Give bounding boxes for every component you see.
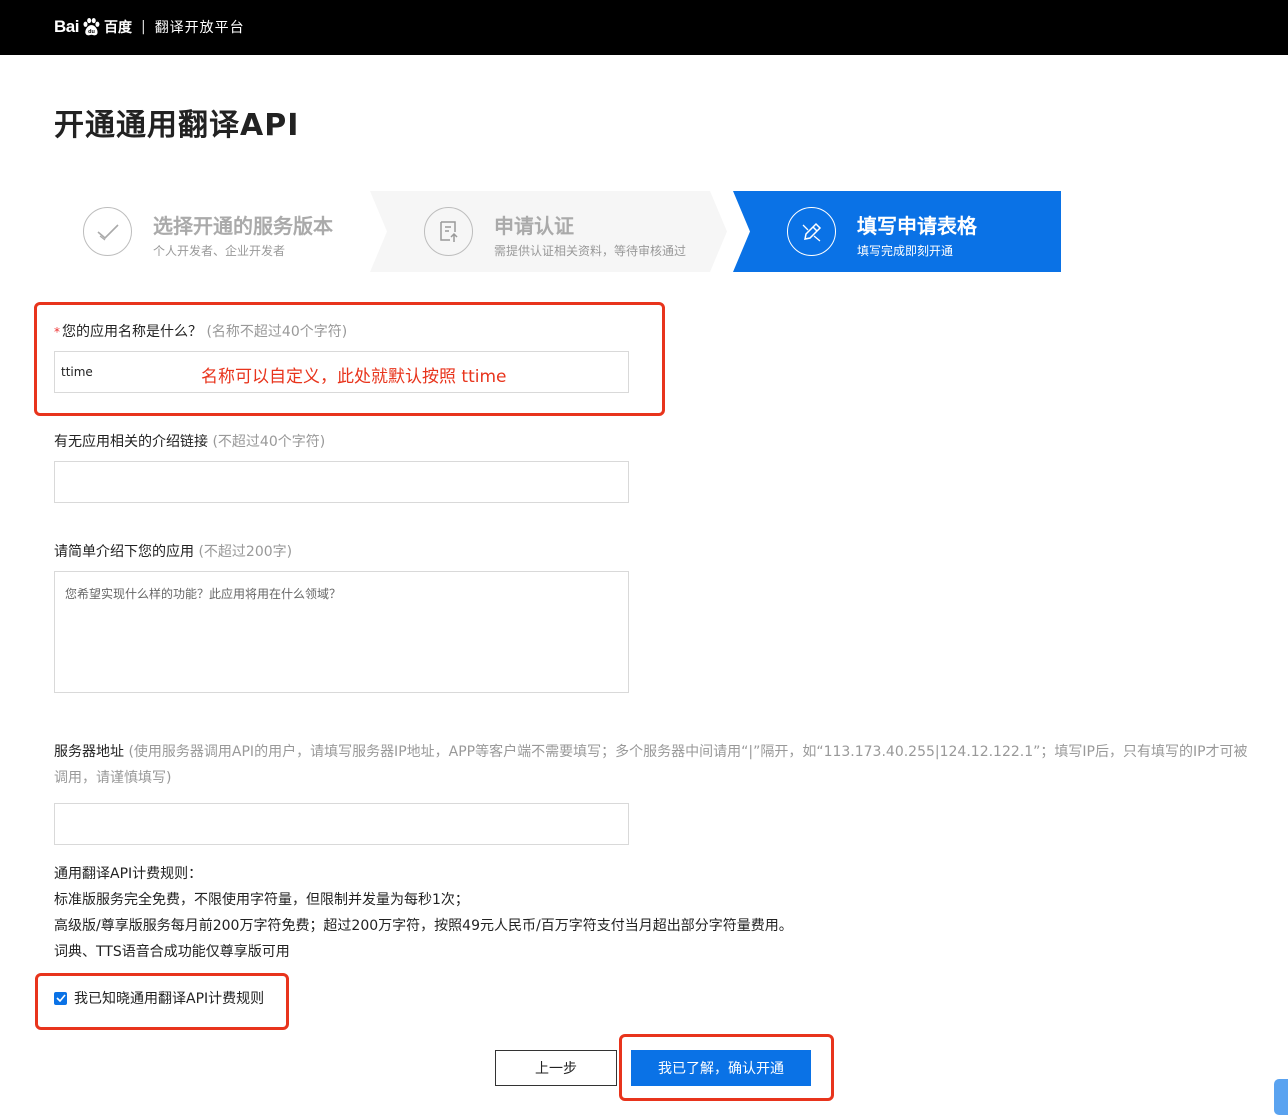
paw-icon: du	[83, 18, 100, 36]
logo-separator: |	[140, 19, 146, 35]
step-subtitle: 填写完成即刻开通	[857, 244, 954, 258]
top-header: Bai du 百度 | 翻译开放平台	[0, 0, 1288, 55]
app-intro-textarea[interactable]	[54, 571, 629, 693]
app-link-label-text: 有无应用相关的介绍链接	[54, 434, 208, 450]
server-address-label: 服务器地址 (使用服务器调用API的用户，请填写服务器IP地址，APP等客户端不…	[54, 739, 1254, 791]
step-subtitle: 个人开发者、企业开发者	[153, 244, 286, 258]
billing-rules: 通用翻译API计费规则： 标准版服务完全免费，不限使用字符量，但限制并发量为每秒…	[54, 861, 793, 965]
progress-steps: 选择开通的服务版本 个人开发者、企业开发者 申请认证 需提供认证相关资料，等待审…	[54, 191, 1061, 272]
step-subtitle: 需提供认证相关资料，等待审核通过	[494, 244, 687, 258]
app-link-input[interactable]	[54, 461, 629, 503]
server-address-label-text: 服务器地址	[54, 744, 124, 760]
step-title: 选择开通的服务版本	[153, 214, 333, 238]
billing-rule-line: 词典、TTS语音合成功能仅尊享版可用	[54, 944, 290, 960]
server-address-hint: (使用服务器调用API的用户，请填写服务器IP地址，APP等客户端不需要填写；多…	[54, 744, 1248, 786]
step-certification: 申请认证 需提供认证相关资料，等待审核通过	[370, 191, 727, 272]
check-icon	[83, 207, 132, 256]
annotation-box-confirm	[619, 1034, 834, 1101]
prev-step-button[interactable]: 上一步	[495, 1050, 617, 1086]
billing-rules-heading: 通用翻译API计费规则：	[54, 866, 203, 882]
billing-rule-line: 标准版服务完全免费，不限使用字符量，但限制并发量为每秒1次；	[54, 892, 469, 908]
app-intro-label: 请简单介绍下您的应用 (不超过200字)	[54, 541, 292, 561]
svg-text:du: du	[88, 29, 95, 35]
annotation-box-app-name	[34, 302, 665, 416]
page-title: 开通通用翻译API	[54, 108, 300, 143]
platform-name: 翻译开放平台	[154, 20, 245, 36]
step-title: 申请认证	[494, 214, 574, 238]
billing-rule-line: 高级版/尊享版服务每月前200万字符免费；超过200万字符，按照49元人民币/百…	[54, 918, 793, 934]
step-title: 填写申请表格	[857, 214, 977, 238]
server-address-input[interactable]	[54, 803, 629, 845]
logo-text-bai: Bai	[54, 17, 79, 36]
step-fill-form: 填写申请表格 填写完成即刻开通	[733, 191, 1061, 272]
baidu-logo[interactable]: Bai du 百度 | 翻译开放平台	[54, 10, 245, 44]
app-link-label: 有无应用相关的介绍链接 (不超过40个字符)	[54, 431, 325, 451]
annotation-box-agreement	[35, 973, 289, 1030]
step-select-version: 选择开通的服务版本 个人开发者、企业开发者	[54, 191, 399, 272]
floating-side-tab[interactable]	[1274, 1079, 1288, 1115]
app-link-hint: (不超过40个字符)	[212, 434, 326, 450]
document-upload-icon	[424, 207, 473, 256]
pencil-icon	[787, 207, 836, 256]
app-intro-label-text: 请简单介绍下您的应用	[54, 544, 194, 560]
logo-text-baidu: 百度	[103, 20, 132, 36]
app-intro-hint: (不超过200字)	[198, 544, 293, 560]
